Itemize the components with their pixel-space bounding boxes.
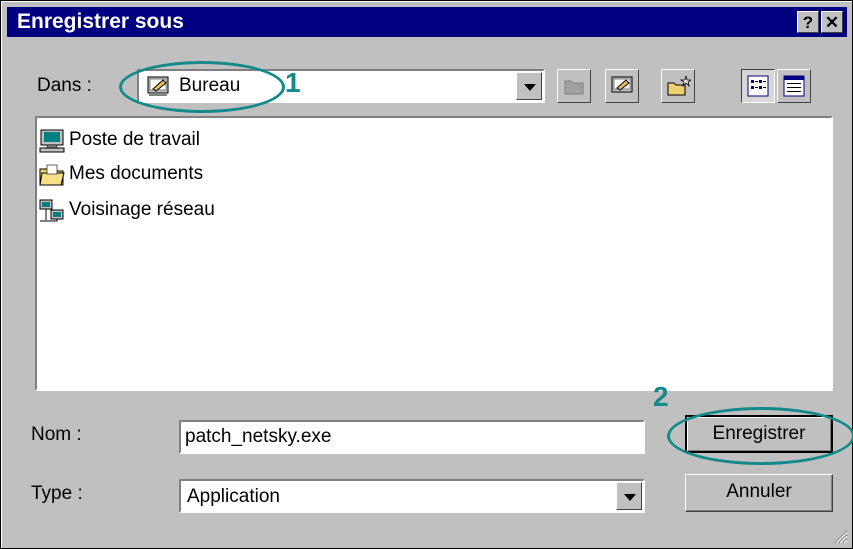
location-label: Dans :	[37, 75, 92, 96]
list-item-poste-de-travail[interactable]: Poste de travail	[39, 126, 200, 154]
details-view-icon	[783, 75, 805, 97]
annotation-step-1: 1	[285, 67, 301, 98]
filetype-value: Application	[187, 486, 280, 507]
save-button[interactable]: Enregistrer	[685, 415, 833, 453]
save-as-dialog: Enregistrer sous ? ✕ Dans : Bureau Poste…	[0, 0, 853, 549]
list-view-button[interactable]	[741, 69, 775, 103]
folder-icon	[39, 164, 65, 186]
list-view-icon	[747, 75, 769, 97]
up-folder-button[interactable]	[557, 69, 591, 103]
desktop-button[interactable]	[605, 69, 639, 103]
filetype-dropdown-arrow[interactable]	[616, 482, 642, 510]
cancel-button[interactable]: Annuler	[685, 474, 833, 512]
network-icon	[39, 199, 64, 222]
list-item-label: Voisinage réseau	[69, 199, 215, 220]
details-view-button[interactable]	[777, 69, 811, 103]
up-folder-icon	[564, 80, 584, 95]
window-title: Enregistrer sous	[17, 10, 184, 33]
filetype-label: Type :	[31, 483, 83, 504]
list-item-label: Mes documents	[69, 163, 204, 184]
desktop-icon	[611, 76, 633, 93]
list-item-mes-documents[interactable]: Mes documents	[39, 160, 203, 188]
location-dropdown-arrow[interactable]	[516, 72, 542, 100]
help-button[interactable]: ?	[797, 11, 819, 33]
list-item-label: Poste de travail	[69, 129, 200, 150]
annotation-step-2: 2	[653, 381, 669, 412]
location-combo[interactable]: Bureau	[137, 69, 545, 103]
filename-label: Nom :	[31, 424, 82, 445]
resize-grip-icon[interactable]	[832, 528, 848, 544]
computer-icon	[39, 129, 65, 153]
file-list[interactable]: Poste de travail Mes documents Voisinage…	[35, 116, 833, 391]
list-item-voisinage-reseau[interactable]: Voisinage réseau	[39, 196, 215, 224]
title-bar[interactable]: Enregistrer sous ? ✕	[7, 7, 847, 37]
new-folder-button[interactable]	[661, 69, 695, 103]
close-button[interactable]: ✕	[821, 11, 843, 33]
location-value: Bureau	[179, 75, 241, 96]
new-folder-icon	[667, 75, 691, 96]
filename-input[interactable]	[179, 420, 645, 454]
filetype-select[interactable]: Application	[179, 479, 645, 513]
desktop-icon	[147, 75, 171, 102]
